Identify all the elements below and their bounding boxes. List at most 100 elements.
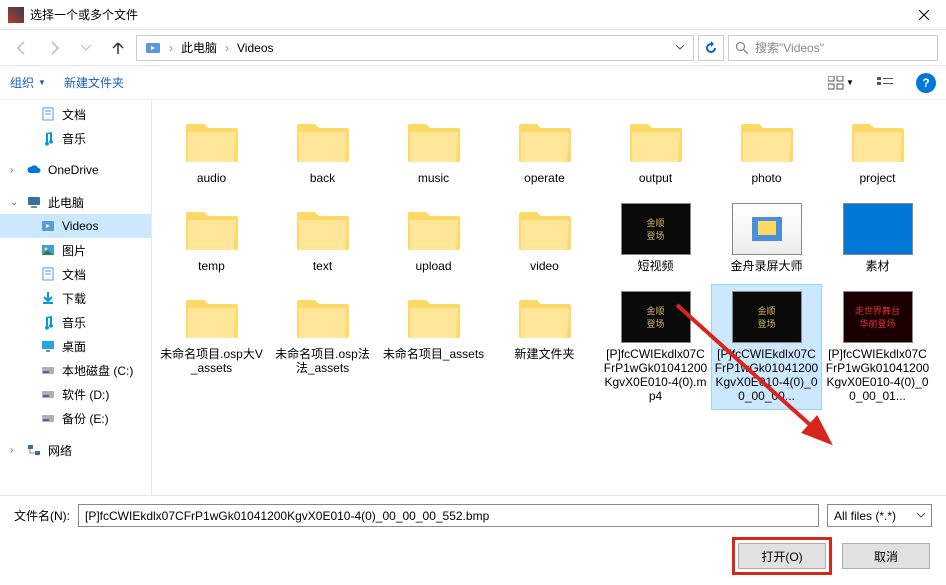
sidebar-item[interactable]: 音乐 [0, 310, 151, 334]
open-button[interactable]: 打开(O) [738, 543, 826, 569]
file-tile[interactable]: music [378, 108, 489, 192]
refresh-button[interactable] [698, 35, 724, 61]
breadcrumb-root[interactable]: 此电脑 [177, 39, 221, 56]
view-icons-button[interactable]: ▼ [828, 72, 854, 94]
chevron-down-icon [917, 513, 925, 518]
sidebar-tree[interactable]: 文档音乐›OneDrive⌄此电脑Videos图片文档下载音乐桌面本地磁盘 (C… [0, 100, 152, 495]
file-label: output [639, 171, 672, 185]
file-tile[interactable]: 未命名项目_assets [378, 284, 489, 410]
search-placeholder: 搜索"Videos" [755, 39, 824, 56]
back-button[interactable] [8, 35, 36, 61]
doc-icon [40, 106, 56, 122]
forward-button[interactable] [40, 35, 68, 61]
breadcrumb-videos[interactable]: Videos [233, 41, 277, 55]
file-icon [288, 115, 358, 167]
desk-icon [40, 338, 56, 354]
sidebar-item[interactable]: ›网络 [0, 438, 151, 462]
file-tile[interactable]: 未命名项目.osp法法_assets [267, 284, 378, 410]
file-icon [399, 203, 469, 255]
file-tile[interactable]: 金顺登场短视频 [600, 196, 711, 280]
disk-icon [40, 410, 56, 426]
annotation-highlight: 打开(O) [732, 537, 832, 575]
cancel-button[interactable]: 取消 [842, 543, 930, 569]
file-icon [399, 291, 469, 343]
file-label: video [530, 259, 559, 273]
music-icon [40, 314, 56, 330]
app-icon [8, 7, 24, 23]
file-tile[interactable]: temp [156, 196, 267, 280]
help-button[interactable]: ? [916, 73, 936, 93]
file-label: 未命名项目.osp大V_assets [159, 347, 264, 375]
file-icon [510, 115, 580, 167]
file-tile[interactable]: 素材 [822, 196, 933, 280]
file-tile[interactable]: 金顺登场[P]fcCWIEkdlx07CFrP1wGk01041200KgvX0… [711, 284, 822, 410]
file-icon [177, 291, 247, 343]
sidebar-item[interactable]: ›OneDrive [0, 158, 151, 182]
file-tile[interactable]: upload [378, 196, 489, 280]
new-folder-button[interactable]: 新建文件夹 [64, 74, 124, 91]
sidebar-item[interactable]: 图片 [0, 238, 151, 262]
file-label: [P]fcCWIEkdlx07CFrP1wGk01041200KgvX0E010… [825, 347, 930, 403]
sidebar-item-label: 图片 [62, 242, 86, 259]
file-tile[interactable]: 新建文件夹 [489, 284, 600, 410]
file-tile[interactable]: output [600, 108, 711, 192]
file-tile[interactable]: video [489, 196, 600, 280]
search-input[interactable]: 搜索"Videos" [728, 35, 938, 61]
sidebar-item[interactable]: 备份 (E:) [0, 406, 151, 430]
down-icon [40, 290, 56, 306]
sidebar-item[interactable]: 软件 (D:) [0, 382, 151, 406]
file-label: 金舟录屏大师 [730, 259, 802, 273]
sidebar-item[interactable]: 文档 [0, 262, 151, 286]
sidebar-item[interactable]: 桌面 [0, 334, 151, 358]
file-icon [843, 115, 913, 167]
file-tile[interactable]: project [822, 108, 933, 192]
net-icon [26, 442, 42, 458]
file-label: back [310, 171, 335, 185]
breadcrumb[interactable]: › 此电脑 › Videos [136, 35, 694, 61]
close-button[interactable] [901, 0, 946, 30]
sidebar-item-label: 音乐 [62, 314, 86, 331]
up-button[interactable] [104, 35, 132, 61]
sidebar-item-label: 本地磁盘 (C:) [62, 362, 133, 379]
breadcrumb-dropdown[interactable] [671, 36, 689, 60]
sidebar-item[interactable]: 下载 [0, 286, 151, 310]
file-tile[interactable]: photo [711, 108, 822, 192]
pic-icon [40, 242, 56, 258]
sidebar-item-label: 备份 (E:) [62, 410, 109, 427]
file-icon [399, 115, 469, 167]
sidebar-item[interactable]: 本地磁盘 (C:) [0, 358, 151, 382]
sidebar-item[interactable]: ⌄此电脑 [0, 190, 151, 214]
file-list[interactable]: audio back music operate output photoproject t… [152, 100, 946, 495]
sidebar-item-label: 下载 [62, 290, 86, 307]
view-details-button[interactable] [872, 72, 898, 94]
chevron-right-icon: › [221, 41, 233, 55]
sidebar-item-label: 音乐 [62, 130, 86, 147]
file-type-filter[interactable]: All files (*.*) [827, 504, 932, 527]
file-tile[interactable]: 金舟录屏大师 [711, 196, 822, 280]
sidebar-item[interactable]: 文档 [0, 102, 151, 126]
file-tile[interactable]: 金顺登场[P]fcCWIEkdlx07CFrP1wGk01041200KgvX0… [600, 284, 711, 410]
organize-menu[interactable]: 组织▼ [10, 74, 46, 91]
file-icon: 走世界舞台华丽登场 [843, 291, 913, 343]
file-tile[interactable]: 走世界舞台华丽登场[P]fcCWIEkdlx07CFrP1wGk01041200… [822, 284, 933, 410]
recent-dropdown[interactable] [72, 35, 100, 61]
sidebar-item[interactable]: Videos [0, 214, 151, 238]
file-label: audio [197, 171, 226, 185]
music-icon [40, 130, 56, 146]
chevron-right-icon: › [165, 41, 177, 55]
file-tile[interactable]: text [267, 196, 378, 280]
disk-icon [40, 386, 56, 402]
search-icon [735, 41, 749, 55]
file-label: operate [524, 171, 565, 185]
file-icon [510, 203, 580, 255]
file-label: [P]fcCWIEkdlx07CFrP1wGk01041200KgvX0E010… [714, 347, 819, 403]
file-tile[interactable]: operate [489, 108, 600, 192]
file-label: text [313, 259, 332, 273]
file-tile[interactable]: 未命名项目.osp大V_assets [156, 284, 267, 410]
file-label: 新建文件夹 [514, 347, 574, 361]
file-tile[interactable]: back [267, 108, 378, 192]
sidebar-item[interactable]: 音乐 [0, 126, 151, 150]
file-tile[interactable]: audio [156, 108, 267, 192]
file-label: music [418, 171, 449, 185]
filename-input[interactable] [78, 504, 819, 527]
